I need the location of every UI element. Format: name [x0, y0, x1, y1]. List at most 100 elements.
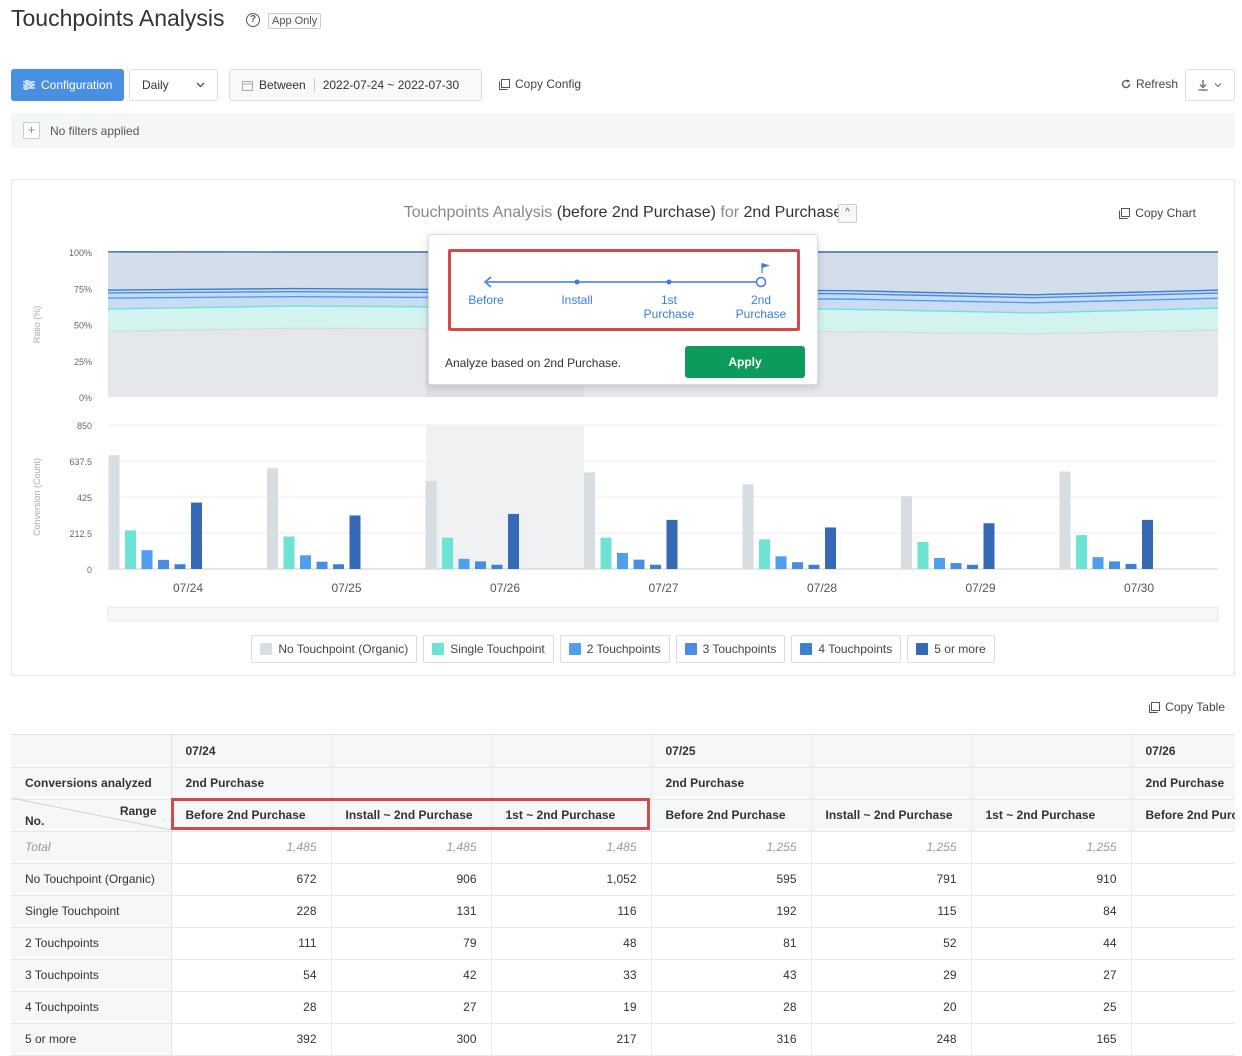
copy-config-button[interactable]: Copy Config — [499, 77, 581, 91]
step-first-purchase[interactable]: 1st Purchase — [639, 293, 699, 321]
table-cell: 1,255 — [650, 831, 811, 864]
table-cell: 248 — [810, 1023, 971, 1056]
step-before[interactable]: Before — [467, 293, 505, 307]
bar-07-29-3-touchpoints — [950, 563, 962, 569]
bar-07-30-5-or-more — [1142, 519, 1153, 569]
table-cell: 52 — [810, 927, 971, 960]
bar-07-30-2-touchpoints — [1092, 557, 1104, 569]
copy-table-button[interactable]: Copy Table — [1149, 700, 1225, 714]
date-header-cell — [810, 735, 971, 768]
bar-07-26-2-touchpoints — [458, 558, 470, 569]
step-install-label: Install — [561, 293, 593, 307]
table-cell: 1,485 — [490, 831, 651, 864]
count-tick-label: 0 — [87, 565, 92, 575]
range-popover: Before Install 1st Purchase 2nd Purchase… — [428, 234, 818, 385]
sliders-icon — [23, 80, 35, 90]
install-step-dot — [574, 279, 580, 285]
bar-07-25-3-touchpoints — [316, 561, 328, 569]
table-cell: 42 — [330, 959, 491, 992]
table-cell — [1130, 831, 1235, 864]
legend-label: 3 Touchpoints — [702, 642, 777, 656]
legend-item[interactable]: 5 or more — [907, 635, 995, 663]
table-cell: 1,485 — [170, 831, 331, 864]
granularity-select[interactable]: Daily — [129, 69, 218, 101]
bar-07-26-single-touchpoint — [442, 537, 453, 569]
table-cell: 131 — [330, 895, 491, 928]
table-row: 5 or more 392 300 217 316 248 165 — [11, 1023, 1235, 1056]
header-row-ranges: Range No. Before 2nd Purchase Install ~ 2nd… — [11, 799, 1235, 832]
legend-label: 4 Touchpoints — [818, 642, 893, 656]
legend-item[interactable]: Single Touchpoint — [423, 635, 554, 663]
table-cell: 19 — [490, 991, 651, 1024]
x-tick-label: 07/24 — [173, 581, 203, 595]
bar-07-24-2-touchpoints — [141, 550, 153, 569]
date-header-cell: 07/26 — [1130, 735, 1235, 768]
range-header-cell[interactable]: 1st ~ 2nd Purchase — [490, 799, 651, 832]
bar-07-28-5-or-more — [825, 527, 836, 569]
legend-item[interactable]: 3 Touchpoints — [675, 635, 786, 663]
table-cell: 910 — [970, 863, 1131, 896]
header-row-conversions: Conversions analyzed 2nd Purchase 2nd Purc… — [11, 767, 1235, 800]
legend-swatch — [568, 643, 581, 655]
date-header-cell — [330, 735, 491, 768]
bar-07-26-3-touchpoints — [475, 561, 486, 569]
range-header-cell[interactable]: 1st ~ 2nd Purchase — [970, 799, 1131, 832]
range-header-cell[interactable]: Install ~ 2nd Purchase — [330, 799, 491, 832]
page-title: Touchpoints Analysis — [11, 5, 225, 31]
chevron-down-icon — [1214, 83, 1222, 88]
range-header-cell[interactable]: Install ~ 2nd Purchase — [810, 799, 971, 832]
x-tick-label: 07/26 — [490, 581, 520, 595]
bar-07-25-5-or-more — [349, 515, 361, 569]
bar-07-26-5-or-more — [508, 513, 519, 569]
bar-07-27-single-touchpoint — [600, 537, 612, 569]
table-cell: 20 — [810, 991, 971, 1024]
legend-item[interactable]: 4 Touchpoints — [791, 635, 902, 663]
legend-item[interactable]: 2 Touchpoints — [559, 635, 670, 663]
download-button[interactable] — [1185, 69, 1235, 101]
bar-07-24-4-touchpoints — [174, 564, 186, 569]
filter-status: No filters applied — [50, 123, 140, 138]
x-tick-label: 07/28 — [807, 581, 837, 595]
table-cell: 217 — [490, 1023, 651, 1056]
table-row: 4 Touchpoints 28 27 19 28 20 25 — [11, 991, 1235, 1024]
range-header-cell[interactable]: Before 2nd Purc — [1130, 799, 1235, 832]
step-install[interactable]: Install — [554, 293, 600, 307]
step-second-purchase[interactable]: 2nd Purchase — [731, 293, 791, 321]
table-cell: 54 — [170, 959, 331, 992]
legend-swatch — [260, 643, 273, 655]
chevron-down-icon — [196, 82, 205, 88]
conversions-analyzed-label: Conversions analyzed — [11, 767, 172, 800]
count-tick-label: 637.5 — [69, 457, 92, 467]
row-label: Total — [11, 831, 172, 864]
conversion-header-cell — [330, 767, 491, 800]
chart-legend: No Touchpoint (Organic) Single Touchpoint… — [12, 635, 1234, 663]
table-cell: 192 — [650, 895, 811, 928]
help-icon[interactable]: ? — [246, 13, 260, 27]
corner-empty-cell — [11, 735, 172, 768]
date-range-picker[interactable]: Between 2022-07-24 ~ 2022-07-30 — [229, 69, 482, 101]
bar-07-27-3-touchpoints — [633, 559, 645, 569]
count-axis-title: Conversion (Count) — [32, 458, 42, 536]
legend-item[interactable]: No Touchpoint (Organic) — [251, 635, 418, 663]
range-header-cell[interactable]: Before 2nd Purchase — [650, 799, 811, 832]
bar-07-28-3-touchpoints — [792, 562, 803, 569]
legend-swatch — [800, 643, 813, 655]
table-row: 3 Touchpoints 54 42 33 43 29 27 — [11, 959, 1235, 992]
refresh-label: Refresh — [1135, 77, 1178, 91]
configuration-button[interactable]: Configuration — [11, 69, 124, 101]
configuration-label: Configuration — [41, 78, 113, 92]
table-cell: 791 — [810, 863, 971, 896]
bar-07-27-no-touchpoint-organic- — [584, 472, 595, 569]
table-cell: 228 — [170, 895, 331, 928]
range-header-cell[interactable]: Before 2nd Purchase — [170, 799, 331, 832]
conversion-header-cell: 2nd Purchase — [170, 767, 331, 800]
ratio-tick-label: 50% — [74, 321, 92, 331]
x-tick-label: 07/25 — [331, 581, 361, 595]
table-cell: 84 — [970, 895, 1131, 928]
refresh-button[interactable]: Refresh — [1121, 77, 1178, 91]
apply-button[interactable]: Apply — [685, 346, 805, 378]
add-filter-icon[interactable]: + — [23, 122, 40, 139]
table-cell: 300 — [330, 1023, 491, 1056]
conversion-header-cell: 2nd Purchase — [650, 767, 811, 800]
bar-07-24-5-or-more — [191, 502, 202, 569]
